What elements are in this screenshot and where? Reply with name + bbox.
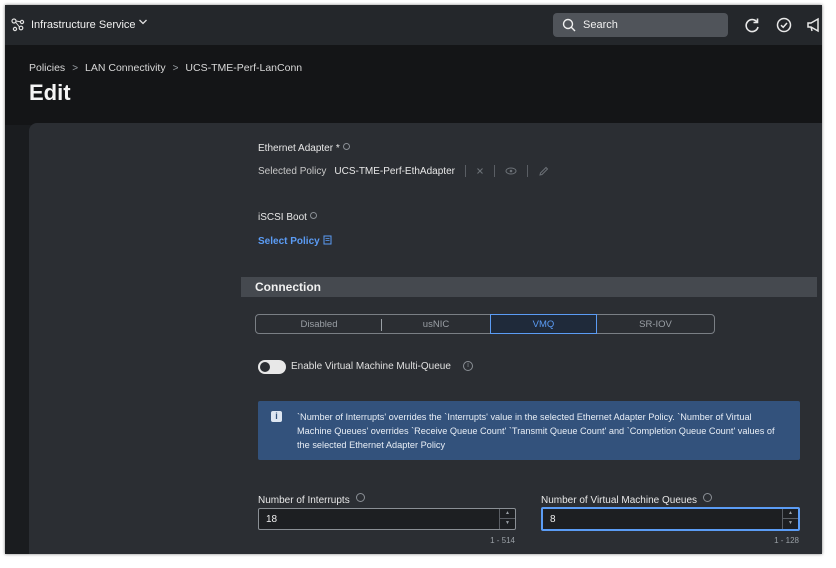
divider	[526, 165, 528, 177]
select-policy-link[interactable]: Select Policy	[258, 235, 332, 247]
pencil-edit-icon[interactable]	[538, 166, 549, 177]
info-banner: i `Number of Interrupts' overrides the `…	[258, 401, 800, 460]
breadcrumb-lan-connectivity[interactable]: LAN Connectivity	[85, 62, 166, 74]
info-icon: i	[271, 411, 282, 422]
ethernet-adapter-selection: Selected Policy UCS-TME-Perf-EthAdapter	[258, 165, 549, 177]
top-bar: Infrastructure Service Search	[5, 5, 822, 45]
info-icon[interactable]	[342, 143, 350, 150]
network-nodes-icon	[11, 18, 25, 32]
search-placeholder: Search	[583, 19, 618, 31]
chevron-down-icon[interactable]	[138, 17, 148, 27]
toggle-knob	[260, 362, 270, 372]
vm-queues-value: 8	[550, 514, 556, 525]
connection-type-selector: Disabled usNIC VMQ SR-IOV	[255, 314, 715, 334]
option-usnic[interactable]: usNIC	[382, 315, 490, 333]
connection-section-header: Connection	[241, 277, 817, 297]
increment-button[interactable]: ▲	[500, 509, 515, 519]
close-icon[interactable]	[476, 167, 484, 175]
decrement-button[interactable]: ▼	[500, 519, 515, 529]
breadcrumb-current: UCS-TME-Perf-LanConn	[185, 62, 303, 74]
interrupts-input[interactable]: 18 ▲ ▼	[258, 508, 516, 530]
decrement-button[interactable]: ▼	[783, 519, 798, 529]
iscsi-boot-label: iSCSI Boot	[258, 212, 317, 223]
option-disabled[interactable]: Disabled	[256, 315, 382, 333]
info-icon[interactable]	[309, 212, 317, 219]
selected-policy-value: UCS-TME-Perf-EthAdapter	[334, 165, 455, 177]
selected-policy-prefix: Selected Policy	[258, 165, 327, 177]
interrupts-range: 1 - 514	[490, 536, 515, 545]
breadcrumb: Policies > LAN Connectivity > UCS-TME-Pe…	[29, 62, 302, 74]
check-circle-icon[interactable]	[775, 16, 793, 34]
interrupts-label: Number of Interrupts	[258, 493, 365, 506]
breadcrumb-separator: >	[72, 62, 79, 74]
app-title[interactable]: Infrastructure Service	[31, 19, 136, 31]
policy-list-icon	[323, 235, 332, 245]
option-vmq[interactable]: VMQ	[490, 314, 597, 334]
banner-text: `Number of Interrupts' overrides the `In…	[297, 412, 775, 450]
increment-button[interactable]: ▲	[783, 509, 798, 519]
section-title: Connection	[255, 280, 321, 294]
vm-queues-input[interactable]: 8 ▲ ▼	[541, 507, 800, 531]
eye-icon[interactable]	[505, 167, 517, 175]
info-icon[interactable]: i	[463, 361, 473, 371]
search-icon	[562, 18, 576, 32]
app-window: Infrastructure Service Search Policies >	[5, 5, 822, 554]
form-panel	[29, 123, 822, 554]
vmmq-toggle[interactable]	[258, 360, 286, 374]
breadcrumb-policies[interactable]: Policies	[29, 62, 65, 74]
page-header	[5, 45, 822, 125]
search-box[interactable]: Search	[553, 13, 728, 37]
breadcrumb-separator: >	[172, 62, 179, 74]
info-icon[interactable]	[355, 493, 365, 502]
vm-queues-stepper: ▲ ▼	[782, 509, 798, 529]
refresh-icon[interactable]	[743, 16, 761, 34]
interrupts-value: 18	[266, 514, 278, 525]
vm-queues-range: 1 - 128	[774, 536, 799, 545]
page-title: Edit	[29, 80, 71, 105]
interrupts-stepper: ▲ ▼	[499, 509, 515, 529]
divider	[493, 165, 495, 177]
divider	[464, 165, 466, 177]
megaphone-icon[interactable]	[805, 16, 822, 34]
ethernet-adapter-label: Ethernet Adapter *	[258, 143, 350, 154]
vmmq-toggle-label: Enable Virtual Machine Multi-Queue	[291, 361, 451, 372]
info-icon[interactable]	[702, 493, 712, 502]
option-sr-iov[interactable]: SR-IOV	[597, 315, 714, 333]
vm-queues-label: Number of Virtual Machine Queues	[541, 493, 712, 506]
